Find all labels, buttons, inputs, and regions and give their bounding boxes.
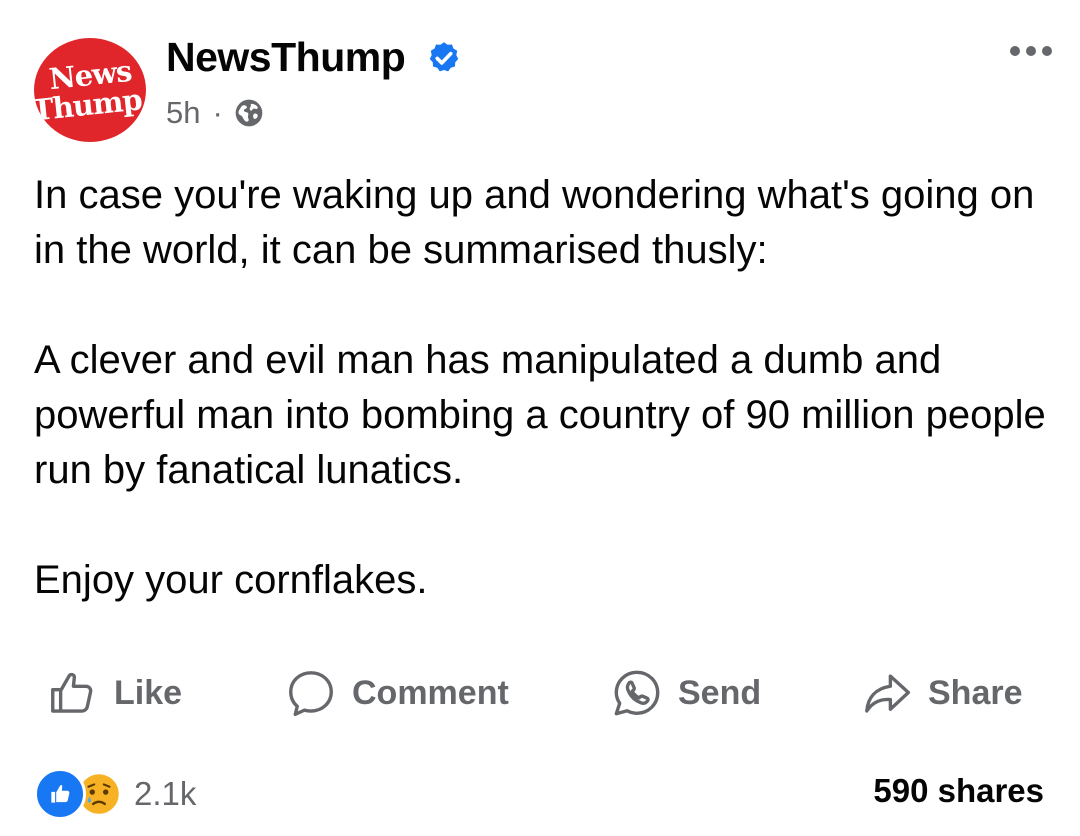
post-paragraph: A clever and evil man has manipulated a … <box>34 338 1046 492</box>
reaction-count: 2.1k <box>134 775 197 812</box>
post-body: In case you're waking up and wondering w… <box>34 168 1054 608</box>
comment-button[interactable]: Comment <box>284 666 509 720</box>
post-paragraph: In case you're waking up and wondering w… <box>34 173 1035 272</box>
post-meta: 5h · <box>166 95 265 131</box>
like-icon <box>51 672 93 713</box>
page-name-link[interactable]: NewsThump <box>166 34 406 81</box>
comment-icon <box>289 671 333 717</box>
share-icon <box>865 674 911 713</box>
send-label: Send <box>678 673 762 712</box>
comment-label: Comment <box>352 673 509 712</box>
share-label: Share <box>928 673 1023 712</box>
send-button[interactable]: Send <box>610 666 761 720</box>
post-time[interactable]: 5h <box>166 95 200 131</box>
reactions-summary[interactable]: 2.1k <box>34 768 196 820</box>
send-icon <box>614 670 660 716</box>
like-button[interactable]: Like <box>46 666 182 720</box>
share-count[interactable]: 590 shares <box>873 772 1044 810</box>
post-actions-bar: Like Comment Send Share <box>0 666 1080 726</box>
share-button[interactable]: Share <box>860 666 1023 720</box>
verified-badge-icon <box>429 42 459 72</box>
post-footer: 2.1k 590 shares <box>0 764 1080 820</box>
more-options-icon[interactable] <box>1010 46 1052 56</box>
post-paragraph: Enjoy your cornflakes. <box>34 558 428 602</box>
page-avatar[interactable]: News Thump <box>34 38 146 142</box>
like-reaction-icon <box>34 768 86 820</box>
globe-icon <box>235 99 263 127</box>
like-label: Like <box>114 673 183 712</box>
meta-separator: · <box>212 95 223 130</box>
